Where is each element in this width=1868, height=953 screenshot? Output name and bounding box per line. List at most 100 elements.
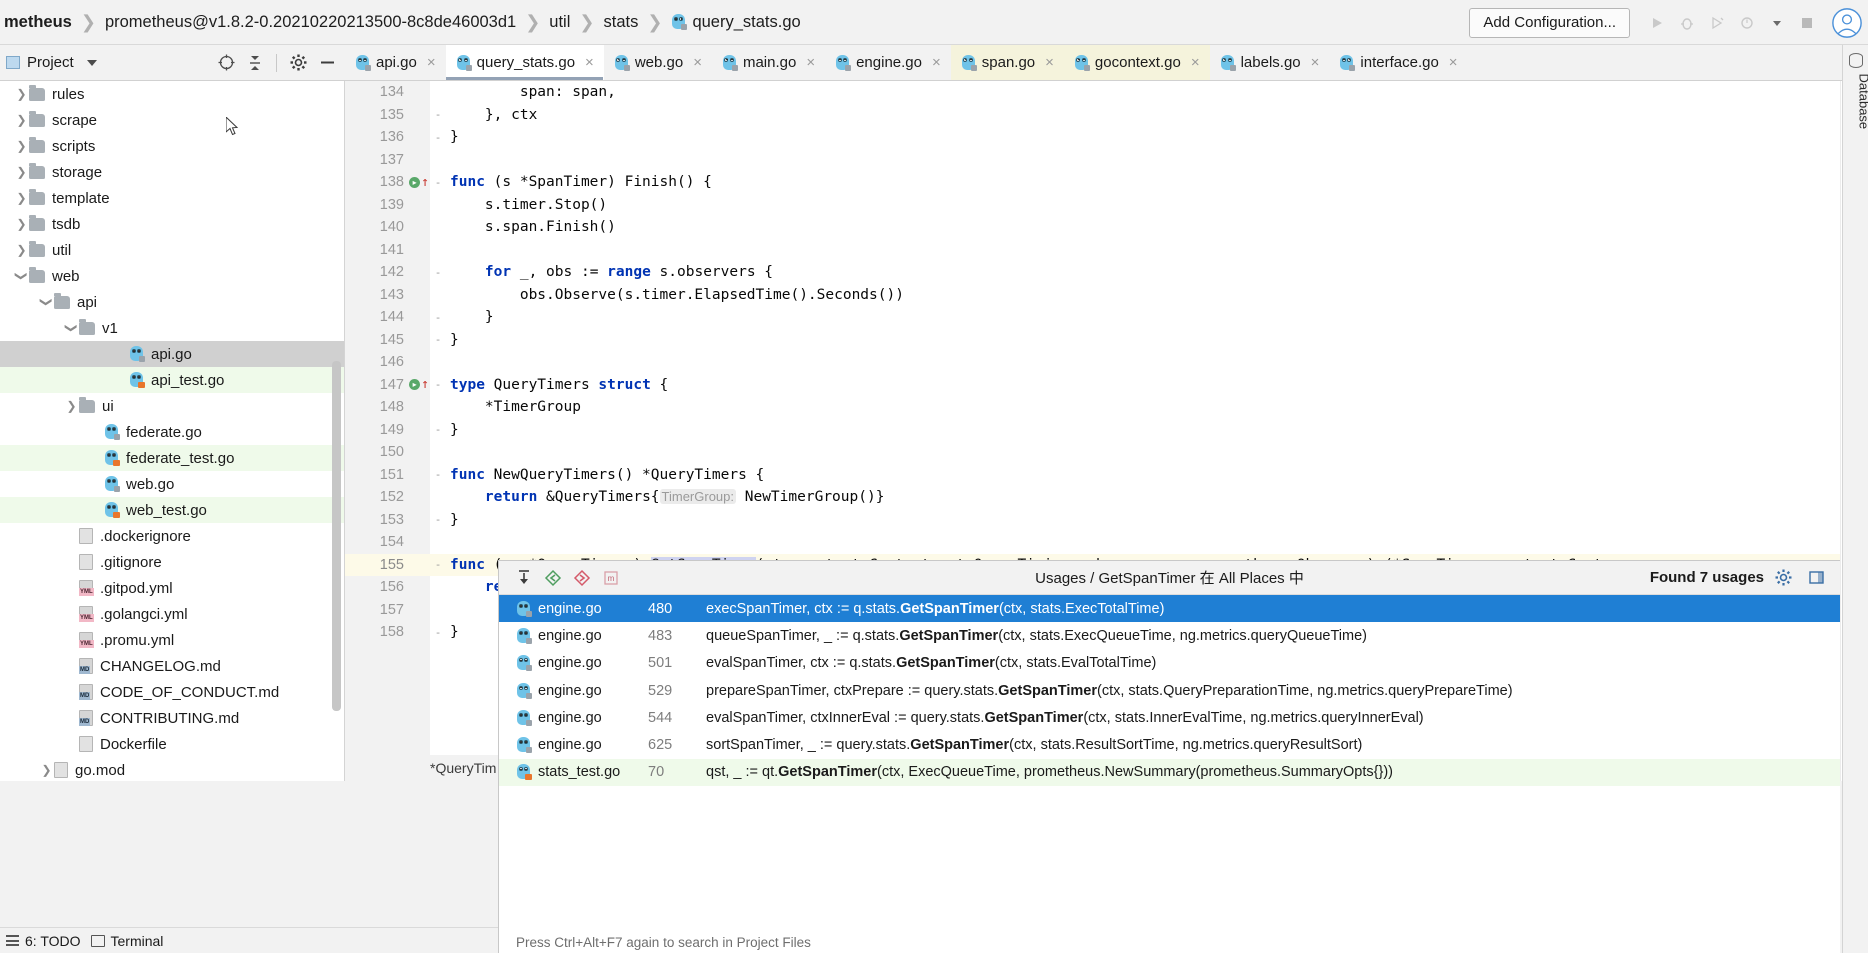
run-gutter-icon[interactable]: ▸ — [409, 176, 421, 188]
tree-node[interactable]: ›web_test.go — [0, 497, 344, 523]
usage-row[interactable]: engine.go 501 evalSpanTimer, ctx := q.stat… — [499, 650, 1840, 677]
chevron-down-icon[interactable] — [1762, 8, 1792, 38]
tree-node[interactable]: ❯ web — [0, 263, 344, 289]
tree-node[interactable]: ❯ v1 — [0, 315, 344, 341]
tree-node[interactable]: ❯ rules — [0, 81, 344, 107]
tree-node[interactable]: ❯ util — [0, 237, 344, 263]
code-line[interactable]: 152 return &QueryTimers{TimerGroup: NewT… — [345, 486, 1840, 509]
close-icon[interactable]: × — [932, 54, 941, 71]
chevron-down-icon[interactable]: ❯ — [15, 269, 29, 284]
editor-tab[interactable]: api.go × — [345, 45, 446, 80]
chevron-down-icon[interactable] — [86, 59, 97, 66]
fold-marker[interactable]: - — [430, 468, 446, 481]
tree-node[interactable]: ❯ scripts — [0, 133, 344, 159]
code-line[interactable]: 136 -} — [345, 126, 1840, 149]
tree-node[interactable]: ›federate.go — [0, 419, 344, 445]
breadcrumb-item[interactable]: prometheus@v1.8.2-0.20210220213500-8c8de… — [103, 13, 518, 32]
chevron-down-icon[interactable]: ❯ — [40, 295, 54, 310]
find-usages-panel[interactable]: m Usages / GetSpanTimer 在 All Places 中 F… — [498, 560, 1840, 953]
status-bar-item-terminal[interactable]: Terminal — [90, 933, 163, 949]
fold-marker[interactable]: - — [430, 176, 446, 189]
code-line[interactable]: 150 — [345, 441, 1840, 464]
tree-node[interactable]: ›.dockerignore — [0, 523, 344, 549]
fold-marker[interactable]: - — [430, 626, 446, 639]
hide-icon[interactable] — [314, 50, 340, 76]
settings-gear-icon[interactable] — [1770, 564, 1797, 591]
code-line[interactable]: 147 ▸ ↑ - type QueryTimers struct { — [345, 374, 1840, 397]
chevron-right-icon[interactable]: ❯ — [64, 399, 79, 413]
status-bar-item-todo[interactable]: 6: TODO — [6, 933, 81, 949]
editor-tab[interactable]: engine.go × — [825, 45, 951, 80]
expand-all-icon[interactable] — [510, 564, 537, 591]
avatar[interactable] — [1832, 7, 1862, 38]
tree-node[interactable]: ❯ api — [0, 289, 344, 315]
chevron-right-icon[interactable]: ❯ — [14, 191, 29, 205]
code-line[interactable]: 134 span: span, — [345, 81, 1840, 104]
code-line[interactable]: 135 - }, ctx — [345, 104, 1840, 127]
run-with-coverage-icon[interactable] — [1702, 8, 1732, 38]
tree-node[interactable]: ›MDCHANGELOG.md — [0, 653, 344, 679]
run-gutter-icon[interactable]: ▸ — [409, 379, 421, 391]
close-icon[interactable]: × — [1311, 54, 1320, 71]
tree-node[interactable]: ❯ ui — [0, 393, 344, 419]
tree-node[interactable]: ›YML.gitpod.yml — [0, 575, 344, 601]
usage-row[interactable]: engine.go 529 prepareSpanTimer, ctxPrepare… — [499, 677, 1840, 704]
chevron-right-icon[interactable]: ❯ — [14, 243, 29, 257]
tree-node[interactable]: ›web.go — [0, 471, 344, 497]
chevron-right-icon[interactable]: ❯ — [14, 87, 29, 101]
show-read-write-icon[interactable]: m — [597, 564, 624, 591]
stop-icon[interactable] — [1792, 8, 1822, 38]
code-line[interactable]: 144 - } — [345, 306, 1840, 329]
close-icon[interactable]: × — [585, 54, 594, 71]
code-line[interactable]: 145 -} — [345, 329, 1840, 352]
project-tree[interactable]: ❯ rules ❯ scrape ❯ scripts ❯ storage ❯ template ❯ t… — [0, 81, 345, 781]
tree-node[interactable]: ❯ scrape — [0, 107, 344, 133]
hide-panel-icon[interactable] — [1803, 564, 1830, 591]
editor-tab[interactable]: labels.go × — [1210, 45, 1330, 80]
editor-tab[interactable]: query_stats.go × — [445, 45, 604, 80]
right-tool-strip[interactable]: Database — [1842, 45, 1868, 953]
code-line[interactable]: 140 s.span.Finish() — [345, 216, 1840, 239]
tree-node[interactable]: ›.gitignore — [0, 549, 344, 575]
tree-node[interactable]: ›federate_test.go — [0, 445, 344, 471]
tree-node[interactable]: ›YML.golangci.yml — [0, 601, 344, 627]
fold-marker[interactable]: - — [430, 378, 446, 391]
chevron-right-icon[interactable]: ❯ — [39, 763, 54, 777]
debug-icon[interactable] — [1672, 8, 1702, 38]
chevron-right-icon[interactable]: ❯ — [14, 217, 29, 231]
tree-node[interactable]: ›api_test.go — [0, 367, 344, 393]
run-icon[interactable] — [1642, 8, 1672, 38]
close-icon[interactable]: × — [1191, 54, 1200, 71]
tree-node[interactable]: ❯ template — [0, 185, 344, 211]
previous-occurrence-icon[interactable] — [539, 564, 566, 591]
breadcrumb-item[interactable]: metheus — [2, 13, 74, 32]
collapse-all-icon[interactable] — [242, 50, 268, 76]
usage-row[interactable]: engine.go 480 execSpanTimer, ctx := q.stat… — [499, 595, 1840, 623]
editor-tab[interactable]: main.go × — [712, 45, 825, 80]
editor-tab[interactable]: span.go × — [950, 45, 1064, 80]
fold-marker[interactable]: - — [430, 333, 446, 346]
fold-marker[interactable]: - — [430, 108, 446, 121]
tree-node[interactable]: ›api.go — [0, 341, 344, 367]
fold-marker[interactable]: - — [430, 131, 446, 144]
chevron-right-icon[interactable]: ❯ — [14, 139, 29, 153]
tree-node[interactable]: ❯ tsdb — [0, 211, 344, 237]
tree-node[interactable]: ›MDCONTRIBUTING.md — [0, 705, 344, 731]
database-icon[interactable] — [1849, 53, 1863, 68]
breadcrumb-item[interactable]: stats — [601, 13, 640, 32]
chevron-right-icon[interactable]: ❯ — [14, 113, 29, 127]
tree-node[interactable]: ›YML.promu.yml — [0, 627, 344, 653]
fold-marker[interactable]: - — [430, 266, 446, 279]
code-line[interactable]: 149 -} — [345, 419, 1840, 442]
usage-row[interactable]: engine.go 544 evalSpanTimer, ctxInnerEval … — [499, 704, 1840, 731]
editor-tab[interactable]: interface.go × — [1329, 45, 1467, 80]
close-icon[interactable]: × — [806, 54, 815, 71]
code-line[interactable]: 154 — [345, 531, 1840, 554]
fold-marker[interactable]: - — [430, 558, 446, 571]
usage-row[interactable]: engine.go 483 queueSpanTimer, _ := q.stats… — [499, 622, 1840, 649]
breadcrumb-item[interactable]: util — [547, 13, 572, 32]
code-line[interactable]: 137 — [345, 149, 1840, 172]
fold-marker[interactable]: - — [430, 423, 446, 436]
code-line[interactable]: 143 obs.Observe(s.timer.ElapsedTime().Se… — [345, 284, 1840, 307]
usage-row[interactable]: stats_test.go 70 qst, _ := qt.GetSpanTimer… — [499, 758, 1840, 787]
